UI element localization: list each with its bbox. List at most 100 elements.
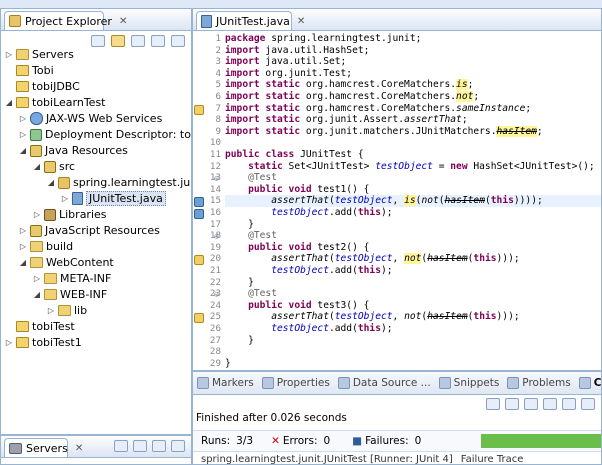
test-history-icon[interactable] [581, 398, 595, 410]
tree-item-tobitest1[interactable]: ▷ tobiTest1 [5, 335, 82, 350]
progress-track [481, 434, 601, 448]
view-toolbar [91, 35, 185, 47]
servers-tab[interactable]: Servers ✕ [4, 438, 83, 457]
line-number: 27 [209, 334, 221, 346]
collapse-arrow-icon[interactable]: ◢ [19, 258, 27, 267]
start-server-icon[interactable] [133, 440, 147, 452]
junit-panel: Markers Properties Data Source ... Snipp… [192, 371, 602, 465]
junit-counters: Runs: 3/3 ✕ Errors: 0 ■ Failures: 0 [193, 430, 601, 452]
maximize-icon[interactable] [171, 35, 185, 47]
close-icon[interactable]: ✕ [119, 16, 127, 27]
runs-value: 3/3 [236, 435, 254, 447]
line-number: 9 [215, 125, 221, 137]
expand-arrow-icon[interactable]: ▷ [19, 130, 27, 139]
code-line: @Test [248, 288, 277, 300]
expand-arrow-icon[interactable]: ▷ [5, 50, 13, 59]
folder-icon [58, 305, 71, 316]
show-failures-only-icon[interactable] [524, 398, 538, 410]
tree-item-lib[interactable]: ▷ lib [47, 303, 87, 318]
project-icon [16, 65, 29, 76]
link-with-editor-icon[interactable] [111, 35, 125, 47]
tree-item-src[interactable]: ◢ src [33, 159, 75, 174]
line-number: 5 [215, 79, 221, 91]
junit-toolbar [486, 398, 595, 410]
tab-data-source[interactable]: Data Source ... [337, 377, 431, 389]
line-number: 19 [209, 241, 221, 253]
tree-item-package[interactable]: ◢ spring.learningtest.junit [47, 175, 192, 190]
tree-item-java-resources[interactable]: ◢ Java Resources [19, 143, 128, 158]
profile-server-icon[interactable] [152, 440, 166, 452]
tab-properties[interactable]: Properties [261, 377, 330, 389]
tree-item-libraries[interactable]: ▷ Libraries [33, 207, 107, 222]
warning-marker-icon[interactable] [194, 255, 204, 266]
tree-item-build[interactable]: ▷ build [19, 239, 73, 254]
code-line: import static org.junit.Assert.assertTha… [225, 114, 468, 126]
expand-arrow-icon[interactable]: ▷ [19, 242, 27, 251]
code-line: } [225, 357, 231, 369]
code-line: testObject.add(this); [271, 207, 393, 218]
folder-icon [16, 49, 29, 60]
expand-arrow-icon[interactable]: ▷ [19, 226, 27, 235]
expand-arrow-icon[interactable]: ▷ [33, 274, 41, 283]
code-line: package spring.learningtest.junit; [225, 33, 422, 44]
collapse-arrow-icon[interactable]: ◢ [33, 162, 41, 171]
line-number: 28 [209, 346, 221, 358]
tree-item-meta-inf[interactable]: ▷ META-INF [33, 271, 111, 286]
previous-failure-icon[interactable] [505, 398, 519, 410]
tree-item-web-inf[interactable]: ◢ WEB-INF [33, 287, 107, 302]
collapse-arrow-icon[interactable]: ◢ [33, 290, 41, 299]
tab-markers[interactable]: Markers [197, 377, 254, 389]
tree-item-tobilearntest[interactable]: ◢ tobiLearnTest [5, 95, 106, 110]
tab-snippets[interactable]: Snippets [438, 377, 499, 389]
close-icon[interactable]: ✕ [75, 443, 83, 454]
close-icon[interactable]: ✕ [297, 16, 305, 27]
next-failure-icon[interactable] [486, 398, 500, 410]
folder-icon [44, 289, 57, 300]
editor-tab-junittest[interactable]: JUnitTest.java ✕ [196, 11, 305, 30]
collapse-all-icon[interactable] [91, 35, 105, 47]
warning-marker-icon[interactable] [194, 313, 204, 324]
tree-item-servers[interactable]: ▷ Servers [5, 47, 74, 62]
debug-server-icon[interactable] [114, 440, 128, 452]
tree-item-junittest-java[interactable]: ▷ JUnitTest.java [61, 191, 166, 206]
code-area[interactable]: 1 2 3 4 5 6 7 8 9 10 11 12 13 14 15 16 1… [193, 31, 601, 370]
rerun-test-icon[interactable] [562, 398, 576, 410]
view-menu-icon[interactable] [131, 35, 145, 47]
expand-arrow-icon[interactable]: ▷ [61, 194, 69, 203]
tree-item-deployment-descriptor[interactable]: ▷ Deployment Descriptor: tobiLea [19, 127, 191, 142]
tree-item-tobitest[interactable]: tobiTest [5, 319, 75, 334]
tree-item-tobi[interactable]: Tobi [5, 63, 54, 78]
tab-console[interactable]: Console [578, 377, 601, 389]
line-number: 8 [215, 114, 221, 126]
editor-tab-label: JUnitTest.java [216, 14, 290, 28]
minimize-icon[interactable] [151, 35, 165, 47]
errors-label: Errors: [282, 435, 318, 447]
project-explorer-tab[interactable]: Project Explorer ✕ [4, 11, 127, 30]
collapse-arrow-icon[interactable]: ◢ [19, 146, 27, 155]
tree-item-javascript-resources[interactable]: ▷ JavaScript Resources [19, 223, 160, 238]
tree-item-label: spring.learningtest.junit [73, 176, 192, 189]
collapse-arrow-icon[interactable]: ◢ [47, 178, 55, 187]
warning-marker-icon[interactable] [194, 104, 204, 115]
fold-toggle-icon[interactable]: ⊖ [214, 174, 219, 183]
scroll-lock-icon[interactable] [543, 398, 557, 410]
tree-item-label: META-INF [60, 272, 112, 285]
fold-toggle-icon[interactable]: ⊖ [214, 232, 219, 241]
expand-arrow-icon[interactable]: ▷ [5, 338, 13, 347]
bottom-tabbar: Markers Properties Data Source ... Snipp… [193, 372, 601, 395]
expand-arrow-icon[interactable]: ▷ [33, 210, 41, 219]
fold-toggle-icon[interactable]: ⊖ [214, 290, 219, 299]
test-marker-icon[interactable] [194, 197, 204, 208]
tab-problems[interactable]: Problems [507, 377, 571, 389]
project-icon [16, 97, 29, 108]
expand-arrow-icon[interactable]: ▷ [19, 114, 27, 123]
code-line: assertThat(testObject, not(hasItem(this)… [271, 311, 520, 323]
expand-arrow-icon[interactable]: ▷ [47, 306, 55, 315]
collapse-arrow-icon[interactable]: ◢ [5, 98, 13, 107]
tree-item-tobijdbc[interactable]: tobiJDBC [5, 79, 80, 94]
test-marker-icon[interactable] [194, 209, 204, 219]
tree-item-webcontent[interactable]: ◢ WebContent [19, 255, 114, 270]
trace-row[interactable]: spring.learningtest.junit.JUnitTest [Run… [201, 454, 523, 464]
stop-server-icon[interactable] [171, 440, 185, 452]
tree-item-jaxws[interactable]: ▷ JAX-WS Web Services [19, 111, 162, 126]
